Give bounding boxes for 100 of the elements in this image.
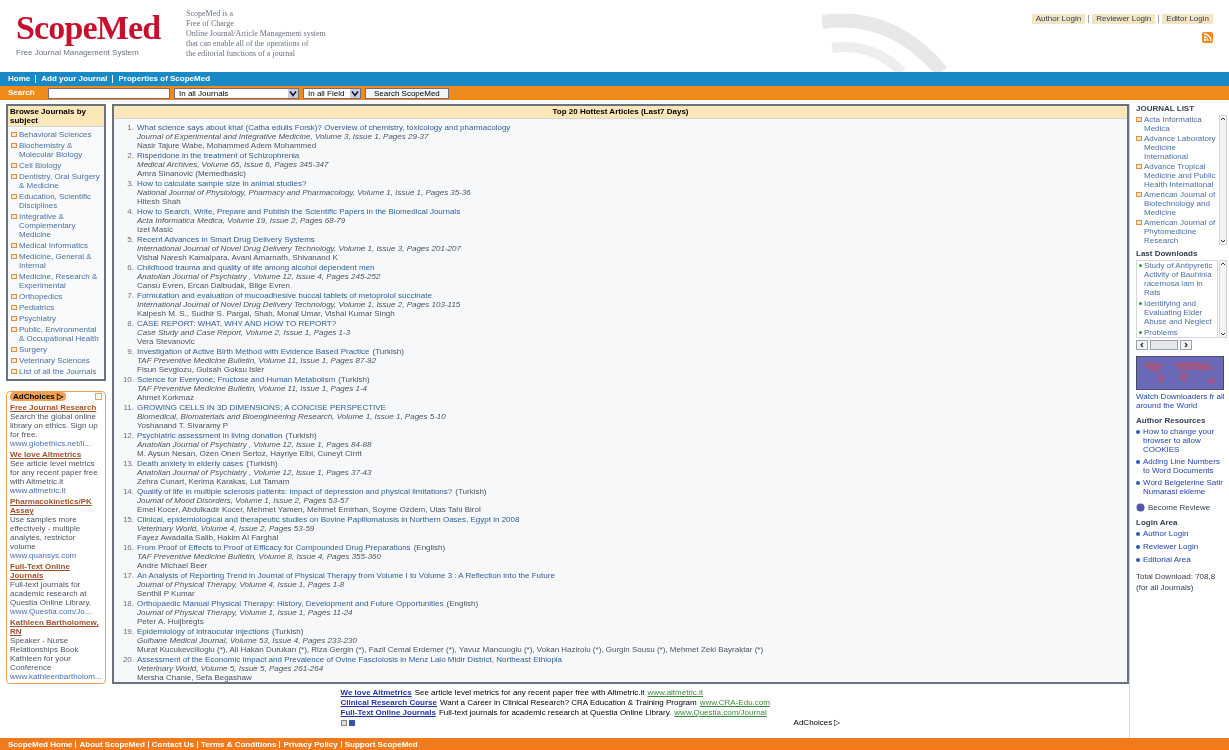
world-map-drawing[interactable] [1136,356,1224,390]
ad-url-link[interactable]: www.CRA-Edu.com [699,698,770,707]
article-title-link[interactable]: Recent Advances in Smart Drug Delivery Systems [137,235,315,244]
subject-link[interactable]: Dentistry, Oral Surgery & Medicine [19,172,101,190]
article-title-link[interactable]: Death anxiety in elderly cases [137,459,244,468]
article-title-link[interactable]: Childhood trauma and quality of life among alcohol dependent men [137,263,375,272]
article-title-link[interactable]: From Proof of Effects to Proof of Efficacy for Compounded Drug Preparations [137,543,411,552]
article-title-link[interactable]: Clinical, epidemiological and therapeutic studies on Bovine Papillomatosis in Northern Oases, Egypt in 2008 [137,515,520,524]
login-link[interactable]: Editorial Area [1143,555,1191,564]
article-authors: Izet Masic [137,225,174,234]
subject-link[interactable]: Cell Biology [19,161,62,170]
journal-link[interactable]: Advance Tropical Medicine and Public Health International [1144,162,1218,189]
subject-link[interactable]: Integrative & Complementary Medicine [19,212,101,239]
login-link[interactable]: Reviewer Login [1092,14,1156,24]
caret-icon [288,88,298,98]
subject-link[interactable]: Medical Informatics [19,241,88,250]
subject-link[interactable]: Psychiatry [19,314,56,323]
scroll-thumb[interactable] [1150,340,1178,350]
language-tag: (Turkish) [285,431,317,440]
nav-link[interactable]: Properties of ScopeMed [118,74,211,84]
article-title-link[interactable]: How to Search, Write, Prepare and Publish the Scientific Papers in the Biomedical Journals [137,207,461,216]
ad-url-link[interactable]: www.altmetric.it [647,688,704,697]
resource-link[interactable]: Adding Line Numbers to Word Documents [1143,457,1227,475]
nav-link[interactable]: Home [8,74,31,84]
nav-link[interactable]: Add your Journal [41,74,108,84]
login-link[interactable]: Reviewer Login [1143,542,1199,551]
article-title-link[interactable]: Science for Everyone; Fructose and Human Metabolism [137,375,336,384]
scroll-right-button[interactable] [1180,340,1192,350]
subject-link[interactable]: Public, Environmental & Occupational Health [19,325,101,343]
ad-title-link[interactable]: We love Altmetrics [10,450,102,459]
article-title-link[interactable]: Risperidone in the treatment of Schizophrenia [137,151,300,160]
reviewer-badge-icon [1136,503,1145,512]
ad-url-link[interactable]: www.altmetric.it [10,486,102,495]
site-logo[interactable]: ScopeMed [16,8,161,48]
search-field[interactable] [48,87,170,99]
ad-title-link[interactable]: Full-Text Online Journals [10,562,102,580]
ad-title-link[interactable]: We love Altmetrics [340,688,412,697]
subject-link[interactable]: Medicine, General & Internal [19,252,101,270]
journal-link[interactable]: American Journal of Phytomedicine Research [1144,218,1218,245]
login-link[interactable]: Author Login [1143,529,1189,538]
subject-link[interactable]: Veterinary Sciences [19,356,90,365]
ad-title-link[interactable]: Pharmacokinetics/PK Assay [10,497,102,515]
article-title-link[interactable]: Formulation and evaluation of mucoadhesive buccal tablets of metoprolol succinate [137,291,432,300]
journal-select[interactable]: In all Journals [174,87,299,99]
article-title-link[interactable]: Epidemiology of intraocular injections [137,627,270,636]
adchoices-badge[interactable]: AdChoices ▷ [10,392,66,401]
adchoices-badge[interactable]: AdChoices ▷ [793,718,841,727]
ad-title-link[interactable]: Full-Text Online Journals [340,708,436,717]
download-link[interactable]: Study of Antipyretic Activity of Bauhinia racemosa lam in Rats [1144,261,1215,297]
login-link[interactable]: Editor Login [1162,14,1213,24]
scrollbar[interactable] [1219,260,1227,338]
ad-url-link[interactable]: www.globethics.net/li... [10,439,102,448]
ad-title-link[interactable]: Free Journal Research [10,403,102,412]
ad-url-link[interactable]: www.Questia.com/Jo... [10,607,102,616]
ad-url-link[interactable]: www.kathleenbartholom... [10,672,102,681]
ad-url-link[interactable]: www.Questia.com/Journal [674,708,767,717]
journal-citation: TAF Preventive Medicine Bulletin, Volume 11, Issue 1, Pages 87-92 [137,356,377,365]
resource-link[interactable]: How to change your browser to allow COOKIES [1143,427,1227,454]
search-button[interactable]: Search ScopeMed [365,87,449,99]
article-title-link[interactable]: Investigation of Active Birth Method with Evidence Based Practice [137,347,370,356]
become-reviewer-link[interactable]: Become Reviewe [1148,503,1211,512]
scrollbar[interactable] [1219,115,1227,245]
article-number: 2. [126,151,134,162]
subject-link[interactable]: Medicine, Research & Experimental [19,272,101,290]
journal-link[interactable]: Acta Informatica Medica [1144,115,1218,133]
login-link[interactable]: Author Login [1031,14,1086,24]
article-title-link[interactable]: GROWING CELLS IN 3D DIMENSIONS; A CONCISE PERSPECTIVE [137,403,386,412]
ad-title-link[interactable]: Clinical Research Course [340,698,437,707]
subject-link[interactable]: List of all the Journals [19,367,97,376]
map-caption[interactable]: Watch Downloaders fr all around the World [1136,392,1227,410]
article-authors: Andre Michael Beer [137,561,209,570]
article-title-link[interactable]: Assessment of the Economic Impact and Prevalence of Ovine Fasciolosis in Menz Lalo Midir District, Northeast Ethiopia [137,655,563,664]
ad-nav-icon[interactable] [340,719,355,726]
article-title-link[interactable]: What science says about khat (Catha edulis Forsk)? Overview of chemistry, toxicology and pharmacology [137,123,511,132]
article-title-link[interactable]: An Analysis of Reporting Trend in Journal of Physical Therapy from Volume I to Volume 3 : A Reflection into the Future [137,571,555,580]
subject-link[interactable]: Orthopedics [19,292,63,301]
journal-citation: Gulhane Medical Journal, Volume 53, Issue 4, Pages 233-230 [137,636,358,645]
close-icon[interactable] [95,393,102,400]
field-select[interactable]: In all Field [303,87,361,99]
article-number: 12. [122,431,134,442]
article-title-link[interactable]: Quality of life in multiple sclerosis patients: impact of depression and physical limitations? [137,487,453,496]
subject-link[interactable]: Education, Scientific Disciplines [19,192,101,210]
journal-link[interactable]: American Journal of Biotechnology and Medicine [1144,190,1218,217]
resource-link[interactable]: Word Belgelerine Satir Numarasi ekleme [1143,478,1227,496]
ad-url-link[interactable]: www.quansys.com [10,551,102,560]
rss-icon[interactable] [1202,32,1213,43]
journal-citation: Anatolian Journal of Psychiatry , Volume 12, Issue 4, Pages 245-252 [137,272,381,281]
download-link[interactable]: Identifying and Evaluating Elder Abuse and Neglect [1144,299,1215,326]
subject-link[interactable]: Surgery [19,345,47,354]
ad-title-link[interactable]: Kathleen Bartholomew, RN [10,618,102,636]
subject-link[interactable]: Pediatrics [19,303,55,312]
scroll-left-button[interactable] [1136,340,1148,350]
subject-link[interactable]: Biochemistry & Molecular Biology [19,141,101,159]
article-title-link[interactable]: Psychiatric assessment in living donation [137,431,283,440]
journal-link[interactable]: Advance Laboratory Medicine International [1144,134,1218,161]
article-title-link[interactable]: How to calculate sample size in animal studies? [137,179,307,188]
subject-link[interactable]: Behavioral Sciences [19,130,92,139]
article-title-link[interactable]: Orthopaedic Manual Physical Therapy: History, Development and Future Opportunities [137,599,444,608]
article-title-link[interactable]: CASE REPORT: WHAT, WHY AND HOW TO REPORT? [137,319,337,328]
download-link[interactable]: Problems [1144,328,1178,337]
